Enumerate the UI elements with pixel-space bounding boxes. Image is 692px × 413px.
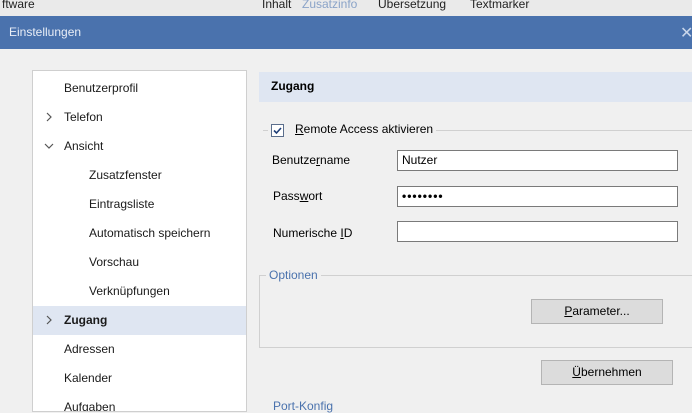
tree-item-ansicht[interactable]: Ansicht [33, 132, 246, 161]
tree-item-label: Ansicht [64, 139, 104, 153]
port-config-legend: Port-Konfig [270, 399, 337, 413]
tree-item-label: Aufgaben [64, 400, 116, 412]
bg-tab-1: Inhalt [262, 0, 292, 11]
tree-item-adressen[interactable]: Adressen [33, 335, 246, 364]
chevron-right-icon[interactable] [43, 111, 55, 123]
remote-access-label[interactable]: Remote Access aktivieren [295, 122, 433, 136]
username-field[interactable]: Nutzer [397, 150, 678, 171]
bg-tab-4: Textmarker [470, 0, 530, 11]
numeric-id-field[interactable] [397, 221, 678, 242]
options-legend: Optionen [266, 268, 321, 282]
dialog-content: Benutzerprofil Telefon Ansicht Zusatzfen… [0, 49, 692, 413]
tree-item-benutzerprofil[interactable]: Benutzerprofil [33, 74, 246, 103]
settings-tree: Benutzerprofil Telefon Ansicht Zusatzfen… [32, 70, 247, 412]
tree-item-label: Zusatzfenster [89, 168, 162, 182]
tree-item-kalender[interactable]: Kalender [33, 364, 246, 393]
tree-item-label: Zugang [64, 313, 108, 327]
chevron-right-icon[interactable] [43, 314, 55, 326]
section-header: Zugang [259, 72, 692, 102]
password-label: Passwort [273, 189, 323, 203]
tree-item-label: Telefon [64, 110, 103, 124]
tree-item-automatisch-speichern[interactable]: Automatisch speichern [33, 219, 246, 248]
tree-item-telefon[interactable]: Telefon [33, 103, 246, 132]
tree-item-vorschau[interactable]: Vorschau [33, 248, 246, 277]
tree-item-label: Kalender [64, 371, 113, 385]
password-field[interactable]: •••••••• [397, 186, 678, 207]
tree-item-label: Adressen [64, 342, 115, 356]
section-title: Zugang [271, 79, 315, 93]
tree-item-zusatzfenster[interactable]: Zusatzfenster [33, 161, 246, 190]
remote-access-checkbox[interactable] [271, 124, 284, 137]
chevron-down-icon[interactable] [43, 140, 55, 152]
apply-button[interactable]: Übernehmen [541, 360, 673, 385]
username-label: Benutzername [272, 153, 351, 167]
tree-item-label: Automatisch speichern [89, 226, 211, 240]
bg-tab-3: Übersetzung [378, 0, 447, 11]
parameter-button[interactable]: Parameter... [531, 299, 663, 324]
tree-item-verknuepfungen[interactable]: Verknüpfungen [33, 277, 246, 306]
tree-item-label: Verknüpfungen [89, 284, 170, 298]
checkmark-icon [273, 127, 282, 135]
tree-item-label: Vorschau [89, 255, 140, 269]
numeric-id-label: Numerische ID [273, 226, 353, 240]
tree-item-aufgaben[interactable]: Aufgaben [33, 393, 246, 412]
dialog-titlebar[interactable]: Einstellungen ✕ [0, 16, 692, 49]
background-window-tabs: ftware Inhalt Zusatzinfo Übersetzung Tex… [0, 0, 692, 16]
bg-tab-2: Zusatzinfo [302, 0, 358, 11]
tree-item-label: Eintragsliste [89, 197, 155, 211]
remote-access-legend: Remote Access aktivieren [268, 122, 437, 137]
tree-item-eintragsliste[interactable]: Eintragsliste [33, 190, 246, 219]
tree-item-label: Benutzerprofil [64, 81, 139, 95]
close-icon[interactable]: ✕ [680, 23, 692, 43]
tree-item-zugang[interactable]: Zugang [33, 306, 246, 335]
bg-tab-0: ftware [2, 0, 35, 11]
dialog-title: Einstellungen [9, 25, 82, 39]
